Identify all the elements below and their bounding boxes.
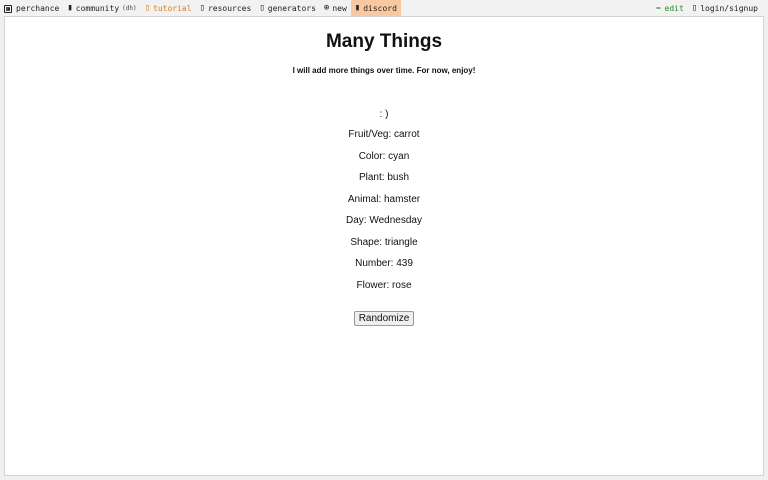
nav-perchance-label: perchance <box>16 4 60 13</box>
nav-new[interactable]: ⊕ new <box>320 0 351 17</box>
plus-circle-icon: ⊕ <box>323 3 330 13</box>
output-line-plant: Plant: bush <box>358 172 410 183</box>
page-title: Many Things <box>325 31 443 52</box>
nav-generators-label: generators <box>267 4 316 13</box>
nav-tutorial-label: tutorial <box>153 4 192 13</box>
people-icon: ▮ <box>67 3 73 13</box>
nav-resources-label: resources <box>207 4 252 13</box>
nav-login[interactable]: ▯ login/signup <box>688 0 762 17</box>
nav-new-label: new <box>332 4 347 13</box>
nav-edit-label: edit <box>664 4 684 13</box>
output-line-number: Number: 439 <box>355 258 413 269</box>
top-nav-bar: perchance ▮ community (dh) ▯ tutorial ▯ … <box>0 0 768 17</box>
nav-community-label: community <box>75 4 120 13</box>
output-line-smiley: : ) <box>379 109 389 120</box>
generators-icon: ▯ <box>259 3 265 13</box>
nav-left: perchance ▮ community (dh) ▯ tutorial ▯ … <box>0 0 401 17</box>
page-subtitle: I will add more things over time. For no… <box>292 66 476 75</box>
nav-community[interactable]: ▮ community (dh) <box>63 0 140 17</box>
nav-right: ✏ edit ▯ login/signup <box>652 0 762 17</box>
user-icon: ▯ <box>691 3 698 13</box>
discord-icon: ▮ <box>354 3 361 13</box>
generator-output-frame: Many Things I will add more things over … <box>4 16 764 476</box>
nav-edit[interactable]: ✏ edit <box>652 0 688 17</box>
output-line-day: Day: Wednesday <box>346 215 422 226</box>
output-line-fruit-veg: Fruit/Veg: carrot <box>348 129 420 140</box>
output-line-shape: Shape: triangle <box>350 236 418 248</box>
output-line-flower: Flower: rose <box>356 279 412 291</box>
nav-community-suffix: (dh) <box>122 5 137 12</box>
nav-tutorial[interactable]: ▯ tutorial <box>141 0 196 17</box>
book-icon: ▯ <box>144 3 151 13</box>
nav-login-label: login/signup <box>700 4 758 13</box>
nav-perchance[interactable]: perchance <box>0 0 63 17</box>
nav-discord[interactable]: ▮ discord <box>350 0 401 17</box>
resources-icon: ▯ <box>199 3 205 13</box>
output-lines: : ) Fruit/Veg: carrot Color: cyan Plant:… <box>5 109 763 301</box>
randomize-button[interactable]: Randomize <box>354 311 414 326</box>
nav-discord-label: discord <box>363 4 397 13</box>
nav-resources[interactable]: ▯ resources <box>196 0 256 17</box>
output-line-color: Color: cyan <box>358 150 410 162</box>
pencil-icon: ✏ <box>656 3 662 13</box>
output-line-animal: Animal: hamster <box>347 193 421 205</box>
nav-generators[interactable]: ▯ generators <box>255 0 320 17</box>
dice-icon <box>4 4 12 13</box>
